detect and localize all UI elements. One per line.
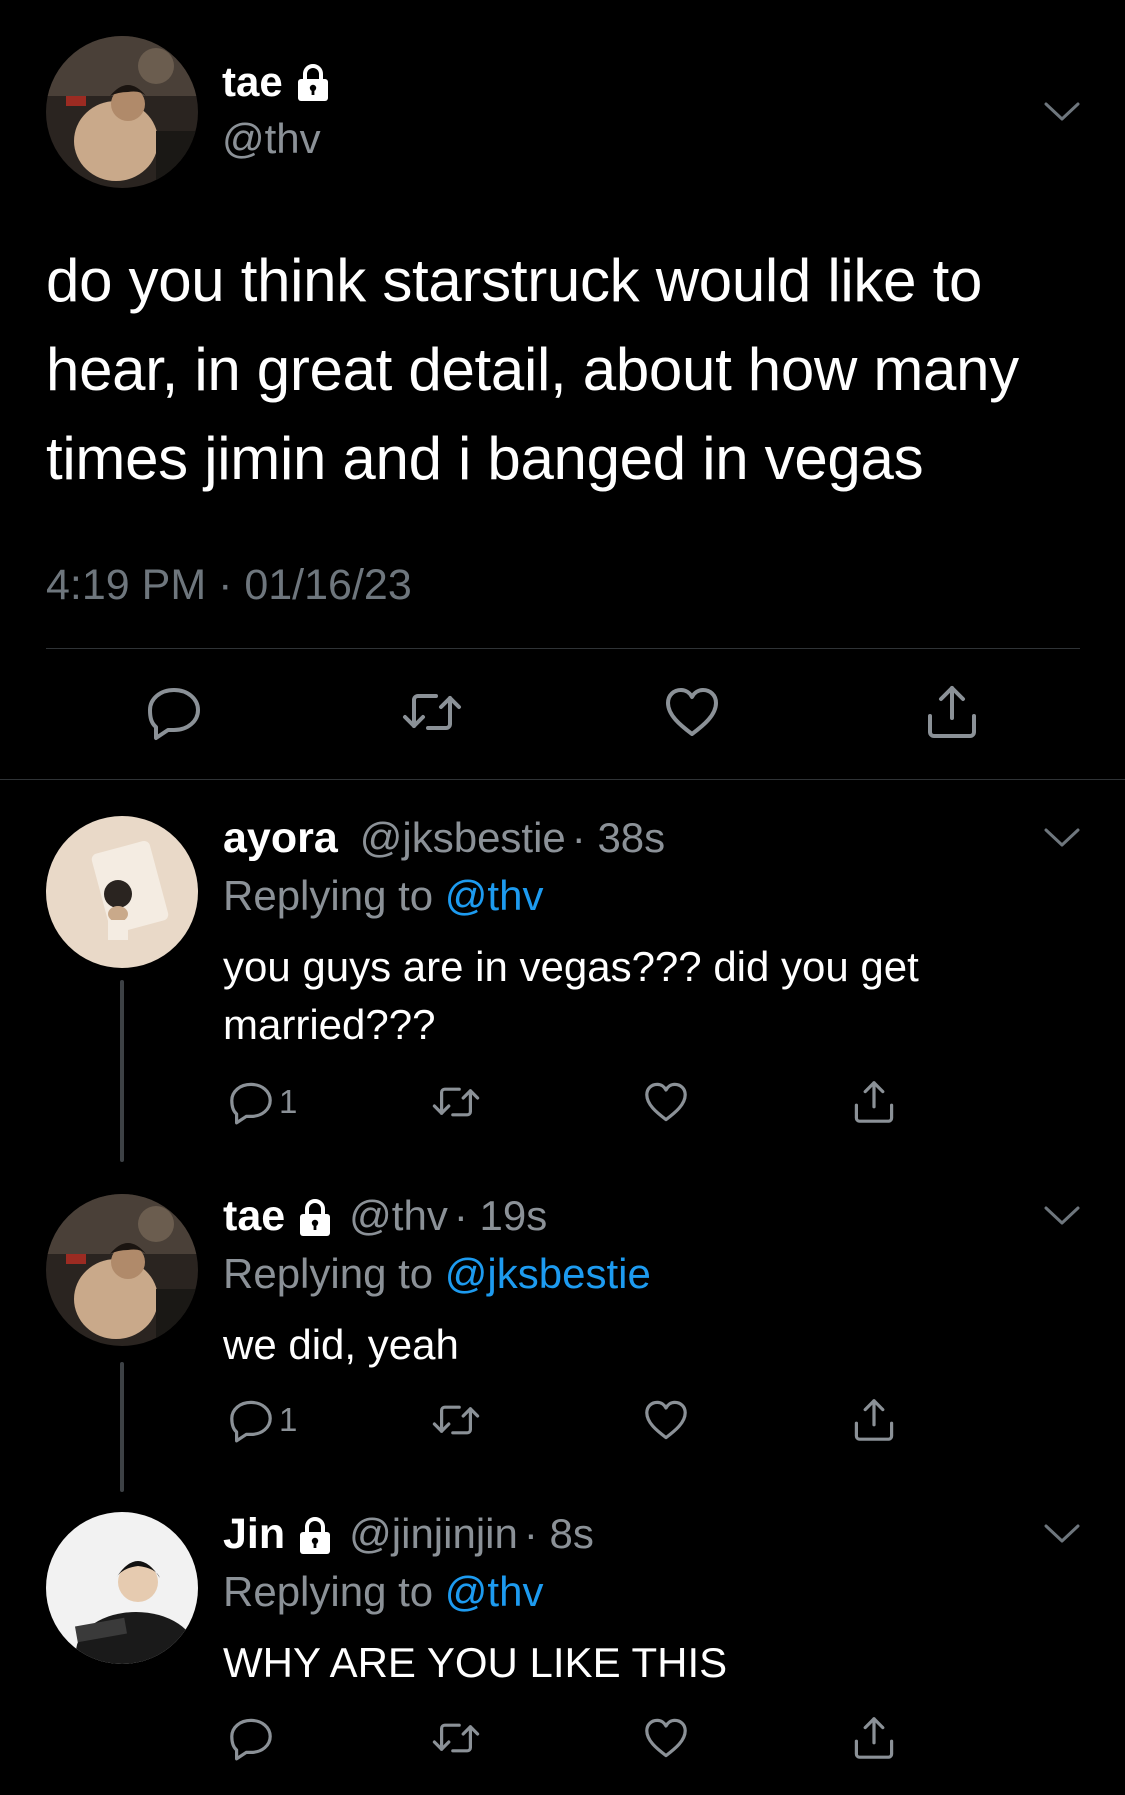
share-icon bbox=[850, 1396, 898, 1444]
user-handle[interactable]: @jksbestie bbox=[360, 814, 566, 862]
reply-count: 1 bbox=[279, 1083, 298, 1120]
display-name[interactable]: ayora bbox=[223, 814, 338, 863]
reply-text: we did, yeah bbox=[223, 1321, 459, 1368]
reply-button[interactable] bbox=[144, 682, 204, 742]
share-button[interactable] bbox=[850, 1396, 898, 1444]
share-icon bbox=[850, 1078, 898, 1126]
main-tweet: tae @thv do you think starstruck would l… bbox=[0, 0, 1125, 780]
like-icon bbox=[642, 1396, 690, 1444]
reply-tweet: Jin @jinjinjin · 8s Replying to @thv WHY… bbox=[0, 1496, 1125, 1795]
share-button[interactable] bbox=[850, 1714, 898, 1762]
reply-icon bbox=[227, 1078, 275, 1126]
share-button[interactable] bbox=[850, 1078, 898, 1126]
reply-count: 1 bbox=[279, 1401, 298, 1438]
like-button[interactable] bbox=[642, 1714, 690, 1762]
display-name[interactable]: Jin bbox=[223, 1510, 285, 1559]
mention-link[interactable]: @thv bbox=[445, 1568, 544, 1615]
tweet-age: · 38s bbox=[571, 814, 666, 861]
tweet-text: do you think starstruck would like to he… bbox=[46, 247, 1019, 492]
chevron-down-icon[interactable] bbox=[1042, 826, 1082, 850]
retweet-button[interactable] bbox=[432, 1714, 480, 1762]
reply-button[interactable] bbox=[227, 1714, 279, 1762]
retweet-icon bbox=[432, 1396, 480, 1444]
avatar[interactable] bbox=[46, 1512, 198, 1664]
lock-icon bbox=[295, 1515, 335, 1555]
reply-tweet: tae @thv · 19s Replying to @jksbestie we… bbox=[0, 1178, 1125, 1496]
mention-link[interactable]: @jksbestie bbox=[445, 1250, 651, 1297]
replying-label: Replying to bbox=[223, 872, 434, 919]
share-button[interactable] bbox=[922, 682, 982, 742]
avatar[interactable] bbox=[46, 36, 198, 188]
replying-label: Replying to bbox=[223, 1250, 434, 1297]
lock-icon bbox=[295, 1197, 335, 1237]
like-icon bbox=[662, 682, 722, 742]
share-icon bbox=[922, 682, 982, 742]
reply-text: WHY ARE YOU LIKE THIS bbox=[223, 1639, 728, 1686]
tweet-timestamp: 4:19 PM · 01/16/23 bbox=[46, 561, 412, 609]
user-handle[interactable]: @jinjinjin bbox=[349, 1510, 518, 1558]
chevron-down-icon[interactable] bbox=[1042, 1204, 1082, 1228]
retweet-icon bbox=[402, 682, 462, 742]
chevron-down-icon[interactable] bbox=[1042, 1522, 1082, 1546]
avatar[interactable] bbox=[46, 816, 198, 968]
like-icon bbox=[642, 1078, 690, 1126]
reply-icon bbox=[144, 682, 204, 742]
retweet-button[interactable] bbox=[402, 682, 462, 742]
replying-to: Replying to @thv bbox=[223, 1568, 543, 1616]
user-handle[interactable]: @thv bbox=[222, 115, 321, 163]
divider bbox=[46, 648, 1080, 649]
retweet-button[interactable] bbox=[432, 1078, 480, 1126]
tweet-age: · 19s bbox=[453, 1192, 548, 1239]
chevron-down-icon[interactable] bbox=[1042, 100, 1082, 124]
replying-to: Replying to @thv bbox=[223, 872, 543, 920]
retweet-icon bbox=[432, 1714, 480, 1762]
replying-label: Replying to bbox=[223, 1568, 434, 1615]
divider bbox=[0, 779, 1125, 780]
share-icon bbox=[850, 1714, 898, 1762]
display-name[interactable]: tae bbox=[223, 1192, 285, 1241]
like-button[interactable] bbox=[642, 1078, 690, 1126]
reply-tweet: ayora @jksbestie · 38s Replying to @thv … bbox=[0, 800, 1125, 1178]
mention-link[interactable]: @thv bbox=[445, 872, 544, 919]
reply-icon bbox=[227, 1396, 275, 1444]
reply-icon bbox=[227, 1714, 275, 1762]
tweet-age: · 8s bbox=[523, 1510, 594, 1557]
lock-icon bbox=[293, 62, 333, 102]
retweet-icon bbox=[432, 1078, 480, 1126]
thread-line bbox=[120, 1362, 124, 1492]
replying-to: Replying to @jksbestie bbox=[223, 1250, 651, 1298]
avatar[interactable] bbox=[46, 1194, 198, 1346]
reply-text: you guys are in vegas??? did you get mar… bbox=[223, 943, 919, 1048]
user-handle[interactable]: @thv bbox=[349, 1192, 448, 1240]
like-icon bbox=[642, 1714, 690, 1762]
retweet-button[interactable] bbox=[432, 1396, 480, 1444]
display-name[interactable]: tae bbox=[222, 58, 283, 106]
reply-button[interactable]: 1 bbox=[227, 1396, 297, 1444]
thread-line bbox=[120, 980, 124, 1162]
like-button[interactable] bbox=[662, 682, 722, 742]
like-button[interactable] bbox=[642, 1396, 690, 1444]
reply-button[interactable]: 1 bbox=[227, 1078, 297, 1126]
